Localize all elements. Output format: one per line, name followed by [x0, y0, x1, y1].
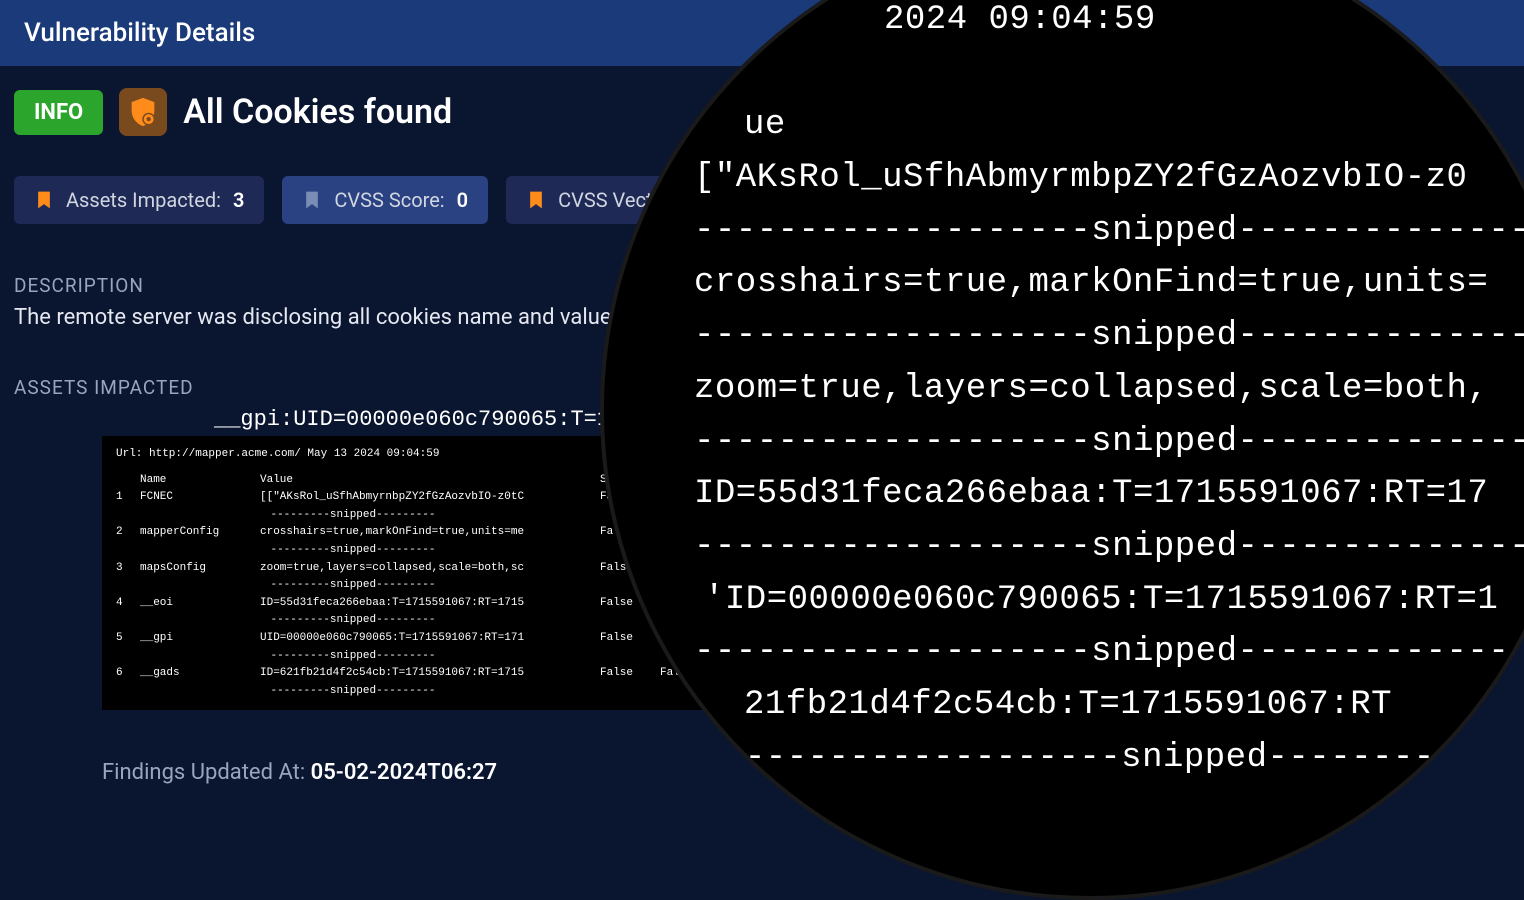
magnifier-line: ["AKsRol_uSfhAbmyrmbpZY2fGzAozvbIO-z0	[664, 152, 1524, 205]
col-value: Value	[260, 472, 590, 490]
bookmark-icon	[302, 188, 322, 212]
terminal-row: 4__eoiID=55d31feca266ebaa:T=1715591067:R…	[116, 595, 723, 613]
magnifier-line: -------------------snipped--------------	[664, 205, 1524, 258]
magnifier-line	[664, 47, 1524, 100]
assets-impacted-value: 3	[233, 188, 244, 212]
magnifier-content: 2024 09:04:59 ue["AKsRol_uSfhAbmyrmbpZY2…	[604, 0, 1524, 784]
assets-impacted-label: Assets Impacted:	[66, 188, 221, 212]
bookmark-icon	[526, 188, 546, 212]
magnifier-line: 21fb21d4f2c54cb:T=1715591067:RT	[664, 679, 1524, 732]
shield-gear-icon	[119, 88, 167, 136]
magnifier-line: 'ID=00000e060c790065:T=1715591067:RT=1	[664, 574, 1524, 627]
page-header-title: Vulnerability Details	[24, 18, 255, 48]
magnifier-line: -------------------snipped--------	[664, 732, 1524, 785]
magnifier-line: zoom=true,layers=collapsed,scale=both,	[664, 363, 1524, 416]
terminal-row: 6__gadsID=621fb21d4f2c54cb:T=1715591067:…	[116, 665, 723, 683]
magnifier-line: ue	[664, 99, 1524, 152]
cvss-score-label: CVSS Score:	[334, 188, 444, 212]
cvss-score-chip[interactable]: CVSS Score: 0	[282, 176, 488, 224]
magnifier-line: -------------------snipped--------------	[664, 310, 1524, 363]
cvss-score-value: 0	[457, 188, 468, 212]
terminal-row: 5__gpiUID=00000e060c790065:T=1715591067:…	[116, 630, 723, 648]
magnifier-line: -------------------snipped--------------	[664, 626, 1524, 679]
magnifier-line: crosshairs=true,markOnFind=true,units=	[664, 257, 1524, 310]
findings-value: 05-02-2024T06:27	[311, 760, 497, 785]
severity-badge: INFO	[14, 90, 103, 135]
findings-label: Findings Updated At:	[102, 760, 305, 785]
assets-impacted-chip[interactable]: Assets Impacted: 3	[14, 176, 264, 224]
magnifier-line: ID=55d31feca266ebaa:T=1715591067:RT=17	[664, 468, 1524, 521]
bookmark-icon	[34, 188, 54, 212]
magnifier-line: -------------------snipped--------------	[664, 416, 1524, 469]
magnifier-line: -------------------snipped--------------	[664, 521, 1524, 574]
col-name: Name	[140, 472, 250, 490]
shield-icon	[126, 95, 160, 129]
vulnerability-title: All Cookies found	[183, 92, 452, 132]
